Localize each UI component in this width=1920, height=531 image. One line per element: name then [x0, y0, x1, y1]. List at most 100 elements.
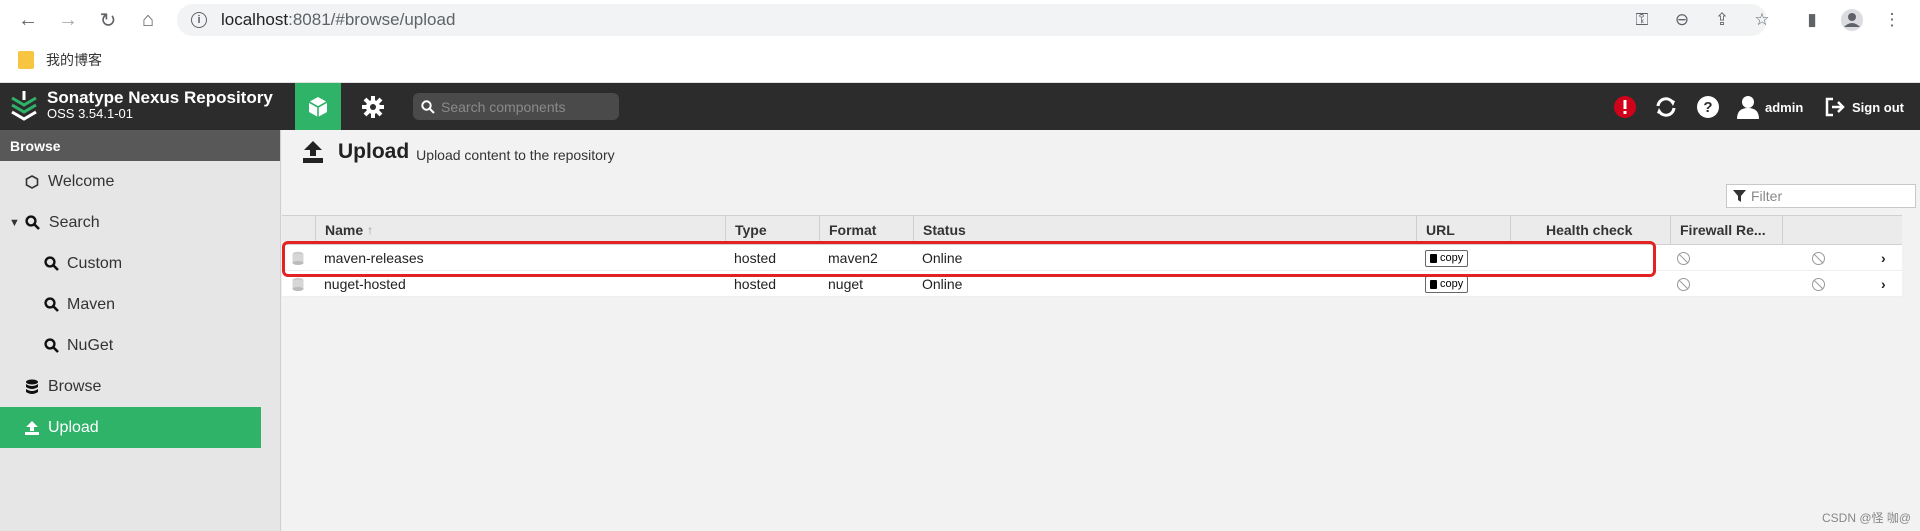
bookmark-label: 我的博客 [46, 52, 102, 68]
browser-toolbar: ← → ↻ ⌂ i localhost:8081/#browse/upload … [0, 0, 1920, 40]
firewall-disabled-icon[interactable] [1803, 271, 1825, 297]
column-header-url[interactable]: URL [1416, 216, 1510, 244]
sidebar-item-welcome[interactable]: Welcome [0, 161, 261, 202]
sign-out-label: Sign out [1852, 99, 1904, 115]
main-content: Upload Upload content to the repository … [282, 130, 1920, 531]
address-bar[interactable]: i localhost:8081/#browse/upload [177, 4, 1767, 36]
sort-asc-icon: ↑ [367, 223, 374, 237]
copy-url-button[interactable]: copy [1425, 275, 1469, 293]
folder-icon [18, 51, 34, 69]
sidebar-item-label: Search [48, 213, 100, 231]
cell-status: Online [922, 276, 963, 292]
sign-out-button[interactable]: Sign out [1824, 93, 1904, 121]
refresh-icon[interactable] [1654, 93, 1678, 121]
search-icon [421, 99, 435, 114]
database-icon [24, 379, 40, 395]
back-icon[interactable]: ← [13, 5, 43, 35]
browse-mode-tab[interactable] [295, 83, 341, 130]
cell-format: nuget [828, 276, 864, 292]
user-menu[interactable]: admin [1737, 93, 1803, 121]
reload-icon[interactable]: ↻ [93, 5, 123, 35]
chevron-right-icon[interactable]: › [1872, 271, 1886, 297]
forward-icon[interactable]: → [53, 5, 83, 35]
health-check-disabled-icon[interactable] [1668, 245, 1690, 271]
column-header-type[interactable]: Type [725, 216, 819, 244]
username: admin [1765, 99, 1804, 115]
clipboard-icon [1430, 253, 1437, 263]
firewall-disabled-icon[interactable] [1803, 245, 1825, 271]
hexagon-icon [24, 174, 40, 190]
column-header-health-check[interactable]: Health check [1510, 216, 1670, 244]
column-header-firewall[interactable]: Firewall Re... [1670, 216, 1782, 244]
upload-icon [303, 141, 323, 163]
product-version: OSS 3.54.1-01 [47, 106, 133, 121]
search-input[interactable] [441, 98, 611, 115]
cell-url: copy [1416, 245, 1469, 271]
column-header-spacer [1782, 216, 1902, 244]
bookmark-star-icon[interactable]: ☆ [1750, 8, 1774, 32]
component-search[interactable] [413, 93, 619, 120]
column-header-name[interactable]: Name ↑ [315, 216, 725, 244]
table-row[interactable]: maven-releases hosted maven2 Online copy… [282, 245, 1902, 271]
database-icon [282, 245, 315, 271]
page-subtitle: Upload content to the repository [416, 146, 615, 163]
sidebar-item-label: Custom [67, 254, 123, 272]
system-alert-icon[interactable] [1613, 93, 1637, 121]
table-header: Name ↑ Type Format Status URL Health che… [282, 215, 1902, 245]
zoom-icon[interactable]: ⊖ [1670, 8, 1694, 32]
repository-table: Name ↑ Type Format Status URL Health che… [282, 215, 1902, 297]
sidebar-item-label: Browse [48, 377, 102, 395]
sidebar-item-label: Upload [48, 418, 99, 436]
page-header: Upload Upload content to the repository [302, 140, 615, 164]
sidebar-item-nuget[interactable]: NuGet [0, 325, 261, 366]
search-icon [43, 256, 59, 272]
bookmark-item[interactable]: 我的博客 [18, 50, 102, 70]
sidebar-item-upload[interactable]: Upload [0, 407, 261, 448]
sidebar-item-browse[interactable]: Browse [0, 366, 261, 407]
browser-menu-icon[interactable]: ⋮ [1880, 8, 1904, 32]
search-icon [43, 338, 59, 354]
side-panel-icon[interactable]: ▮ [1800, 8, 1824, 32]
page-title: Upload [338, 140, 410, 163]
sidebar-item-custom[interactable]: Custom [0, 243, 261, 284]
cube-icon [308, 96, 328, 117]
share-icon[interactable]: ⇪ [1710, 8, 1734, 32]
profile-icon[interactable] [1840, 8, 1864, 32]
watermark: CSDN @怪 咖@ [1822, 511, 1912, 525]
search-icon [43, 297, 59, 313]
cell-type: hosted [734, 276, 777, 292]
column-header-status[interactable]: Status [913, 216, 1416, 244]
nexus-logo-icon [11, 91, 37, 121]
url-host: localhost [221, 10, 289, 29]
product-name: Sonatype Nexus Repository [47, 88, 273, 107]
chevron-right-icon[interactable]: › [1872, 245, 1886, 271]
database-icon [282, 271, 315, 297]
sidebar-item-search[interactable]: ▼ Search [0, 202, 261, 243]
home-icon[interactable]: ⌂ [133, 5, 163, 35]
table-row[interactable]: nuget-hosted hosted nuget Online copy › [282, 271, 1902, 297]
site-info-icon[interactable]: i [191, 12, 207, 28]
sidebar-item-maven[interactable]: Maven [0, 284, 261, 325]
filter-input[interactable] [1751, 188, 1911, 204]
cell-url: copy [1416, 271, 1469, 297]
filter-box[interactable] [1726, 184, 1916, 208]
bookmarks-bar: 我的博客 [0, 40, 1920, 83]
brand[interactable]: Sonatype Nexus Repository OSS 3.54.1-01 [10, 88, 273, 122]
column-header-format[interactable]: Format [819, 216, 913, 244]
url-path: :8081/#browse/upload [288, 10, 456, 29]
admin-mode-tab[interactable] [350, 83, 396, 130]
svg-text:?: ? [1703, 99, 1712, 116]
sidebar: Browse Welcome ▼ Search Custom Maven NuG… [0, 130, 281, 531]
sidebar-heading: Browse [0, 130, 280, 161]
help-icon[interactable]: ? [1696, 93, 1720, 121]
gear-icon [362, 95, 384, 118]
health-check-disabled-icon[interactable] [1668, 271, 1690, 297]
filter-icon [1733, 189, 1746, 202]
copy-url-button[interactable]: copy [1425, 249, 1469, 267]
key-icon[interactable]: ⚿ [1630, 8, 1654, 32]
upload-icon [24, 420, 40, 436]
caret-down-icon[interactable]: ▼ [9, 217, 20, 229]
cell-status: Online [922, 250, 963, 266]
sign-out-icon [1825, 97, 1845, 117]
search-icon [25, 215, 41, 231]
